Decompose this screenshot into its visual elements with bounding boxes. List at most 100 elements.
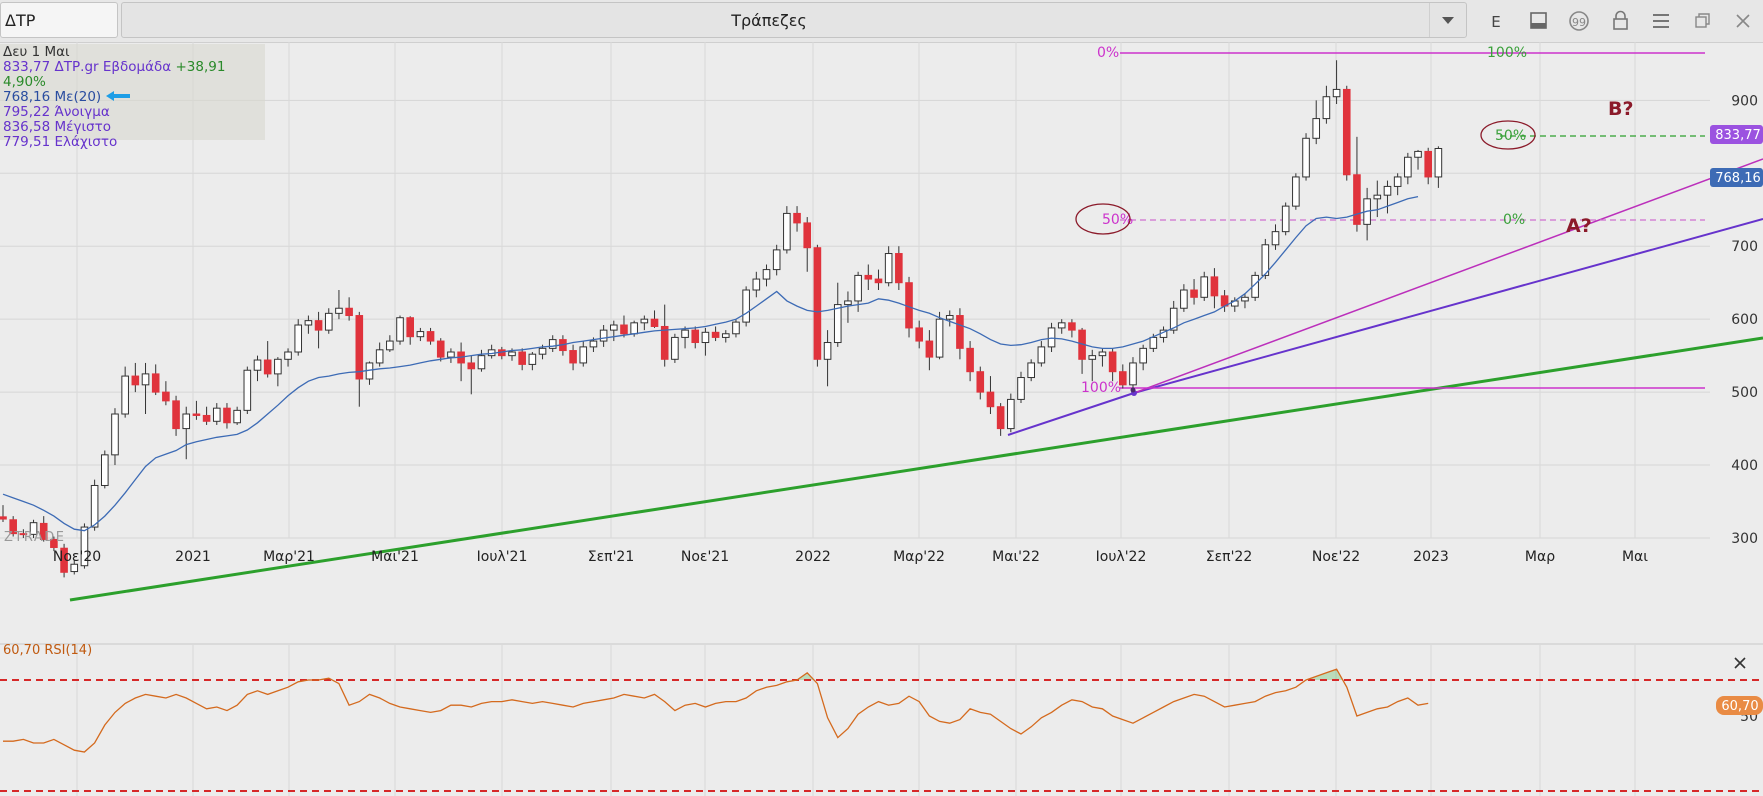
- candle: [121, 366, 129, 418]
- candle: [701, 327, 710, 356]
- candle: [253, 355, 262, 382]
- candle: [1190, 279, 1198, 305]
- menu-button[interactable]: [1645, 4, 1677, 38]
- candle: [518, 348, 526, 371]
- rsi-value-tag: 60,70: [1716, 696, 1763, 715]
- group-dropdown-button[interactable]: [1429, 3, 1466, 37]
- candle: [274, 357, 282, 387]
- candle: [1414, 149, 1422, 170]
- e-button[interactable]: E: [1480, 4, 1512, 38]
- y-tick-label: 700: [1731, 239, 1758, 255]
- rsi-overbought-fill: [318, 669, 1343, 680]
- candle: [1373, 180, 1382, 218]
- price-axis: 300400500600700800900: [1731, 93, 1758, 547]
- candle: [1302, 133, 1310, 181]
- rsi-label: 60,70 RSI(14): [3, 643, 92, 658]
- candle: [1047, 322, 1056, 353]
- candle: [772, 244, 781, 276]
- candle: [976, 366, 985, 400]
- candle: [1180, 284, 1188, 312]
- candle: [386, 335, 394, 353]
- candle: [467, 355, 476, 395]
- candle: [1078, 327, 1086, 374]
- purple-trendline-short[interactable]: [1007, 392, 1135, 436]
- group-selector[interactable]: Τράπεζες: [121, 2, 1467, 38]
- trendline-anchor-low[interactable]: [1130, 387, 1136, 393]
- candle: [131, 362, 140, 393]
- candle: [1007, 393, 1015, 433]
- candle: [365, 361, 374, 385]
- candle: [345, 297, 353, 321]
- x-tick-label: Μαρ: [1525, 549, 1555, 565]
- candle: [650, 310, 659, 328]
- candle: [1098, 348, 1107, 367]
- candle: [966, 341, 974, 382]
- candle: [324, 308, 333, 334]
- candle: [1129, 357, 1137, 389]
- candle: [498, 346, 506, 360]
- fib-left-label: 100%: [1081, 380, 1121, 396]
- candle: [1383, 180, 1392, 214]
- x-tick-label: 2023: [1413, 549, 1449, 565]
- candle: [742, 286, 750, 327]
- candle: [691, 326, 700, 349]
- rsi-line: [3, 668, 1429, 753]
- candle: [1159, 326, 1168, 343]
- x-tick-label: Σεπ'22: [1206, 549, 1253, 565]
- candle: [202, 406, 211, 425]
- candle: [1322, 85, 1331, 124]
- candle: [895, 246, 903, 291]
- candle: [599, 325, 608, 347]
- candle: [406, 316, 414, 345]
- ma-value-tag: 768,16: [1710, 168, 1763, 187]
- chevron-down-icon: [1442, 17, 1454, 24]
- quote-button[interactable]: 99: [1563, 4, 1595, 38]
- candle: [0, 505, 7, 522]
- panel-button[interactable]: [1522, 4, 1554, 38]
- legend-high: 836,58 Μέγιστο: [3, 119, 111, 135]
- candle: [416, 327, 425, 342]
- candle: [1057, 319, 1066, 334]
- candle: [172, 395, 180, 436]
- y-tick-label: 400: [1731, 458, 1758, 474]
- restore-icon: [1695, 13, 1710, 28]
- svg-text:99: 99: [1572, 16, 1586, 29]
- symbol-input[interactable]: ΔΤΡ: [0, 2, 118, 38]
- info-legend: Δευ 1 Μαι 833,77 ΔΤΡ.gr Εβδομάδα +38,91 …: [0, 44, 265, 150]
- time-axis: Νοε'20 2021 Μαρ'21 Μαι'21 Ιουλ'21 Σεπ'21 Νοε'2…: [53, 549, 1648, 565]
- x-tick-label: Μαι: [1622, 549, 1648, 565]
- candle: [864, 264, 873, 291]
- x-tick-label: Μαι'22: [992, 549, 1040, 565]
- candle: [925, 330, 934, 371]
- x-tick-label: 2022: [795, 549, 831, 565]
- rsi-grid: 50: [76, 645, 1758, 796]
- restore-button[interactable]: [1687, 4, 1719, 38]
- watermark: ZTRADE: [4, 530, 65, 545]
- rsi-value: 60,70: [1721, 699, 1758, 714]
- candle: [1393, 173, 1402, 196]
- legend-low: 779,51 Ελάχιστο: [3, 134, 118, 150]
- close-button[interactable]: [1727, 4, 1759, 38]
- candle: [1210, 268, 1219, 309]
- legend-open: 795,22 Άνοιγμα: [3, 104, 110, 120]
- rsi-close-button[interactable]: [1734, 657, 1746, 669]
- legend-ma: 768,16 Με(20): [3, 89, 102, 105]
- candle: [294, 319, 303, 356]
- legend-price: 833,77 ΔΤΡ.gr Εβδομάδα: [3, 59, 172, 75]
- magenta-trendline[interactable]: [1133, 158, 1763, 394]
- lock-button[interactable]: [1604, 4, 1636, 38]
- chart-window: ΔΤΡ Τράπεζες E 99 50 0% 50% 100% 100% 50…: [0, 0, 1763, 796]
- candle: [1332, 60, 1341, 105]
- chart-canvas[interactable]: 50 0%50%100%100%50%0% B? A? ZTRADE 30040…: [0, 42, 1763, 796]
- candle: [1220, 290, 1229, 312]
- candle: [945, 310, 954, 327]
- candle: [762, 264, 771, 287]
- candle: [223, 403, 231, 429]
- candle: [721, 330, 730, 343]
- candle: [854, 271, 862, 312]
- e-label: E: [1491, 13, 1500, 31]
- candle: [1139, 344, 1147, 371]
- lock-icon: [1613, 10, 1628, 30]
- candle: [956, 308, 964, 360]
- candle: [803, 217, 812, 272]
